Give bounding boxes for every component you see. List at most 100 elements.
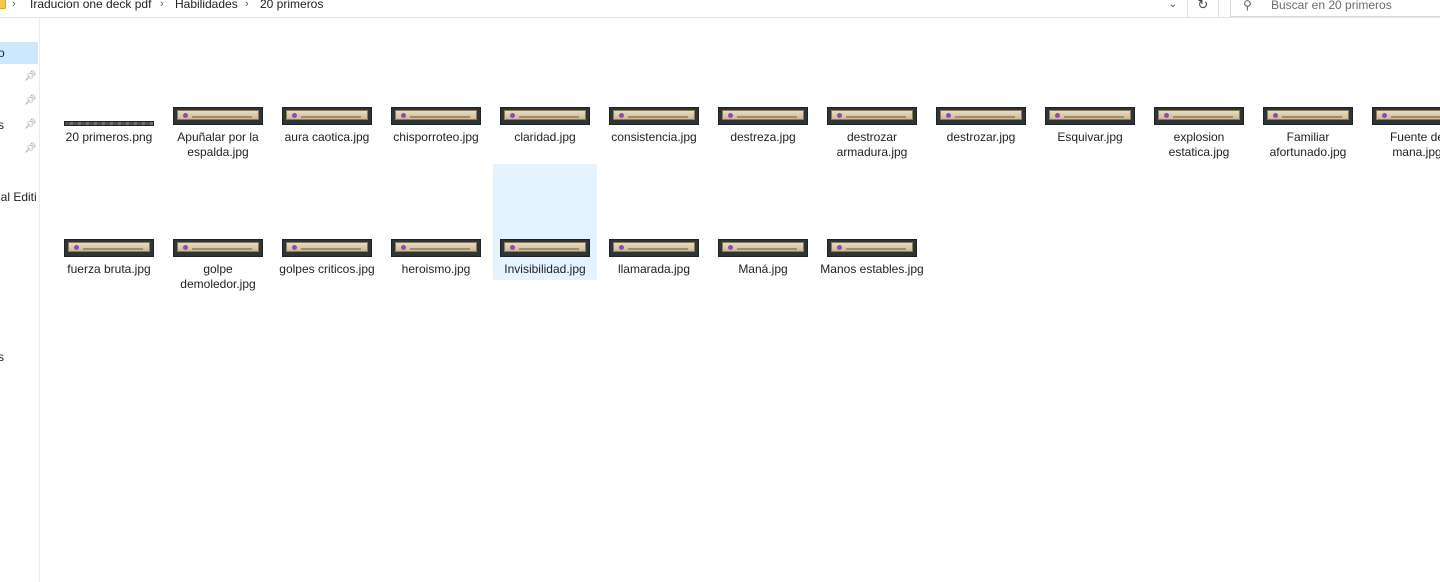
breadcrumb[interactable]: › Iraducion one deck pdf › Habilidades ›… — [0, 0, 1180, 14]
file-item[interactable]: golpes criticos.jpg — [275, 164, 379, 280]
file-thumbnail — [1045, 107, 1135, 125]
chevron-right-icon[interactable]: › — [160, 0, 164, 14]
chevron-right-icon[interactable]: › — [245, 0, 249, 14]
file-item[interactable]: Apuñalar por la espalda.jpg — [166, 32, 270, 159]
thumbnail-image — [613, 110, 695, 120]
file-name: Invisibilidad.jpg — [504, 262, 586, 276]
thumbnail-emblem — [183, 245, 188, 250]
thumbnail-emblem — [1382, 113, 1387, 118]
file-item[interactable]: chisporroteo.jpg — [384, 32, 488, 148]
thumbnail-emblem — [401, 245, 406, 250]
search-input[interactable] — [1271, 0, 1436, 13]
file-item[interactable]: fuerza bruta.jpg — [57, 164, 161, 280]
nav-item-selected[interactable] — [0, 42, 38, 64]
file-name: Esquivar.jpg — [1057, 130, 1123, 144]
file-thumbnail — [64, 239, 154, 257]
thumbnail-text-line — [83, 248, 143, 250]
thumbnail-text-line — [628, 116, 688, 118]
file-item[interactable]: consistencia.jpg — [602, 32, 706, 148]
file-item[interactable]: Fuente de mana.jpg — [1365, 32, 1440, 159]
thumbnail-emblem — [619, 245, 624, 250]
thumbnail-emblem — [619, 113, 624, 118]
refresh-button[interactable]: ↻ — [1192, 0, 1214, 14]
divider — [1187, 0, 1188, 17]
thumbnail-image — [1158, 110, 1240, 120]
file-thumbnail — [1154, 107, 1244, 125]
breadcrumb-item[interactable]: Habilidades — [175, 0, 238, 14]
file-item[interactable]: heroismo.jpg — [384, 164, 488, 280]
file-item[interactable]: claridad.jpg — [493, 32, 597, 148]
thumbnail-image — [395, 110, 477, 120]
file-thumbnail — [500, 107, 590, 125]
thumbnail-text-line — [301, 248, 361, 250]
file-thumbnail — [718, 239, 808, 257]
thumbnail-image — [613, 242, 695, 252]
file-thumbnail — [718, 107, 808, 125]
pin-icon[interactable]: 📌︎ — [24, 120, 37, 130]
thumbnail-text-line — [410, 116, 470, 118]
file-item[interactable]: destrozar armadura.jpg — [820, 32, 924, 159]
file-thumbnail — [173, 107, 263, 125]
thumbnail-emblem — [401, 113, 406, 118]
thumbnail-text-line — [737, 116, 797, 118]
thumbnail-text-line — [301, 116, 361, 118]
file-item[interactable]: explosion estatica.jpg — [1147, 32, 1251, 159]
chevron-right-icon[interactable]: › — [12, 0, 16, 14]
thumbnail-text-line — [955, 116, 1015, 118]
file-item[interactable]: Familiar afortunado.jpg — [1256, 32, 1360, 159]
nav-item-label[interactable]: s — [0, 350, 4, 364]
file-name: 20 primeros.png — [65, 130, 153, 144]
breadcrumb-item[interactable]: Iraducion one deck pdf — [30, 0, 151, 14]
file-name: Manos estables.jpg — [820, 262, 924, 276]
file-item[interactable]: Maná.jpg — [711, 164, 815, 280]
file-item[interactable]: golpe demoledor.jpg — [166, 164, 270, 291]
pin-icon[interactable]: 📌︎ — [24, 144, 37, 154]
file-name: Fuente de mana.jpg — [1389, 130, 1440, 159]
file-thumbnail — [391, 107, 481, 125]
file-name: golpes criticos.jpg — [279, 262, 375, 276]
file-name: Familiar afortunado.jpg — [1269, 130, 1347, 159]
breadcrumb-item[interactable]: 20 primeros — [260, 0, 323, 14]
nav-item-label[interactable]: o — [0, 46, 5, 60]
file-item[interactable]: Esquivar.jpg — [1038, 32, 1142, 148]
file-item[interactable]: destreza.jpg — [711, 32, 815, 148]
file-thumbnail — [609, 239, 699, 257]
address-bar: › Iraducion one deck pdf › Habilidades ›… — [0, 0, 1440, 18]
thumbnail-emblem — [946, 113, 951, 118]
file-item[interactable]: llamarada.jpg — [602, 164, 706, 280]
pin-icon[interactable]: 📌︎ — [24, 72, 37, 82]
navigation-pane[interactable]: o 📌︎ 📌︎ s 📌︎ 📌︎ ial Editi s — [0, 18, 40, 582]
file-view[interactable]: 20 primeros.png Apuñalar por la espalda.j… — [40, 18, 1440, 582]
file-thumbnail — [173, 239, 263, 257]
file-item[interactable]: destrozar.jpg — [929, 32, 1033, 148]
file-item[interactable]: aura caotica.jpg — [275, 32, 379, 148]
thumbnail-emblem — [728, 245, 733, 250]
thumbnail-image — [504, 110, 586, 120]
thumbnail-emblem — [837, 245, 842, 250]
file-thumbnail — [827, 239, 917, 257]
thumbnail-image — [177, 110, 259, 120]
thumbnail-emblem — [728, 113, 733, 118]
file-name: explosion estatica.jpg — [1168, 130, 1230, 159]
thumbnail-emblem — [510, 245, 515, 250]
file-thumbnail — [282, 239, 372, 257]
file-name: chisporroteo.jpg — [393, 130, 479, 144]
thumbnail-text-line — [519, 116, 579, 118]
nav-item-label[interactable]: ial Editi — [0, 190, 37, 204]
thumbnail-text-line — [628, 248, 688, 250]
file-thumbnail — [282, 107, 372, 125]
file-name: destreza.jpg — [730, 130, 796, 144]
file-name: fuerza bruta.jpg — [67, 262, 151, 276]
file-thumbnail — [827, 107, 917, 125]
file-item[interactable]: 20 primeros.png — [57, 32, 161, 148]
thumbnail-image — [1267, 110, 1349, 120]
folder-icon — [0, 0, 6, 9]
pin-icon[interactable]: 📌︎ — [24, 96, 37, 106]
nav-item-label[interactable]: s — [0, 118, 4, 132]
address-dropdown-button[interactable]: ⌄ — [1164, 0, 1182, 13]
file-item[interactable]: Manos estables.jpg — [820, 164, 924, 280]
search-box[interactable]: ⚲ — [1230, 0, 1440, 17]
thumbnail-image — [831, 242, 913, 252]
file-item[interactable]: Invisibilidad.jpg — [493, 164, 597, 280]
file-name: destrozar.jpg — [946, 130, 1016, 144]
